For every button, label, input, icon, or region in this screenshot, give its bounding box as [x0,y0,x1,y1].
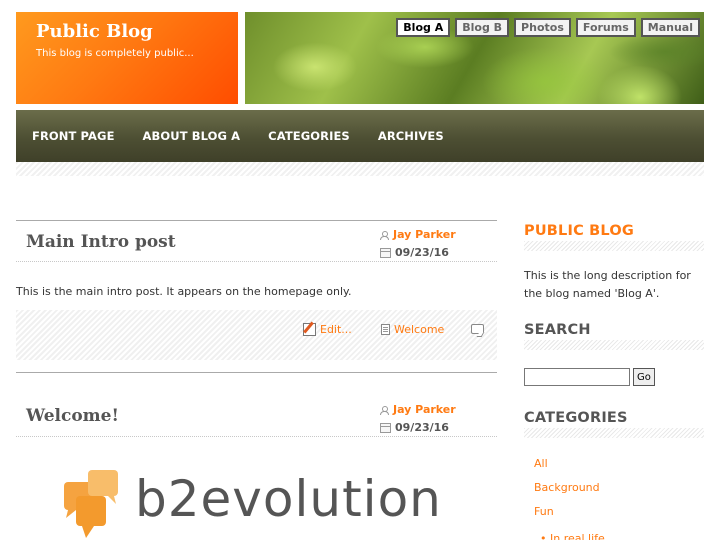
header-banner-image: Blog A Blog B Photos Forums Manual [245,12,704,104]
category-list: All Background Fun [534,458,600,530]
sidebar-search-title: SEARCH [524,322,704,350]
page-icon [381,324,390,335]
sidebar-blog-description: This is the long description for the blo… [524,269,691,300]
blog-title[interactable]: Public Blog [36,20,238,44]
post-author[interactable]: Jay Parker [393,226,456,244]
sidebar-search-title-text: SEARCH [524,322,591,338]
post-title[interactable]: Welcome! [26,406,119,426]
nav-archives[interactable]: ARCHIVES [378,129,444,143]
sidebar-blog-title: PUBLIC BLOG [524,223,704,251]
post-body-text: This is the main intro post. It appears … [16,285,352,298]
tab-manual[interactable]: Manual [640,18,700,37]
sidebar-categories-title-text: CATEGORIES [524,410,628,426]
tab-forums[interactable]: Forums [575,18,636,37]
tab-blog-a[interactable]: Blog A [396,18,451,37]
post-author[interactable]: Jay Parker [393,401,456,419]
logo-wordmark: b2evolution [135,470,442,528]
b2evolution-logo: b2evolution [58,468,478,540]
post-footer: Edit... Welcome [16,310,497,360]
collection-tabs: Blog A Blog B Photos Forums Manual [396,18,700,37]
calendar-icon [380,423,391,433]
category-item-background[interactable]: Background [534,482,600,494]
bullet-icon: • [540,532,550,540]
edit-link[interactable]: Edit... [303,323,352,336]
search-input[interactable] [524,368,630,386]
user-icon [380,405,389,415]
title-underline [524,340,704,350]
post-header-divider [16,261,497,262]
post-meta: Jay Parker 09/23/16 [380,401,456,437]
comment-icon[interactable] [471,324,484,334]
calendar-icon [380,248,391,258]
nav-shadow-divider [16,162,704,176]
category-item-fun[interactable]: Fun [534,506,600,518]
blog-brand[interactable]: Public Blog This blog is completely publ… [16,12,238,104]
category-link-welcome[interactable]: Welcome [381,323,444,336]
post-meta: Jay Parker 09/23/16 [380,226,456,262]
sidebar-blog-title-text: PUBLIC BLOG [524,223,634,239]
post-title[interactable]: Main Intro post [26,232,176,252]
nav-about-blog-a[interactable]: ABOUT BLOG A [143,129,241,143]
edit-label: Edit... [320,323,352,336]
user-icon [380,230,389,240]
search-go-button[interactable]: Go [633,368,655,386]
title-underline [524,428,704,438]
category-label: Welcome [394,323,445,336]
post-header-divider [16,436,497,437]
edit-icon [303,323,316,336]
main-nav: FRONT PAGE ABOUT BLOG A CATEGORIES ARCHI… [16,110,704,162]
post-top-rule [16,372,497,373]
post-date: 09/23/16 [395,421,449,434]
chat-bubbles-icon [64,470,118,538]
tab-blog-b[interactable]: Blog B [455,18,510,37]
post-date: 09/23/16 [395,246,449,259]
tab-photos[interactable]: Photos [514,18,571,37]
category-item-all[interactable]: All [534,458,600,470]
title-underline [524,241,704,251]
category-item-in-real-life[interactable]: • In real life [540,532,605,540]
blog-tagline: This blog is completely public... [36,48,194,59]
nav-front-page[interactable]: FRONT PAGE [32,129,115,143]
sidebar-categories-title: CATEGORIES [524,410,704,438]
post-top-rule [16,220,497,221]
nav-categories[interactable]: CATEGORIES [268,129,350,143]
